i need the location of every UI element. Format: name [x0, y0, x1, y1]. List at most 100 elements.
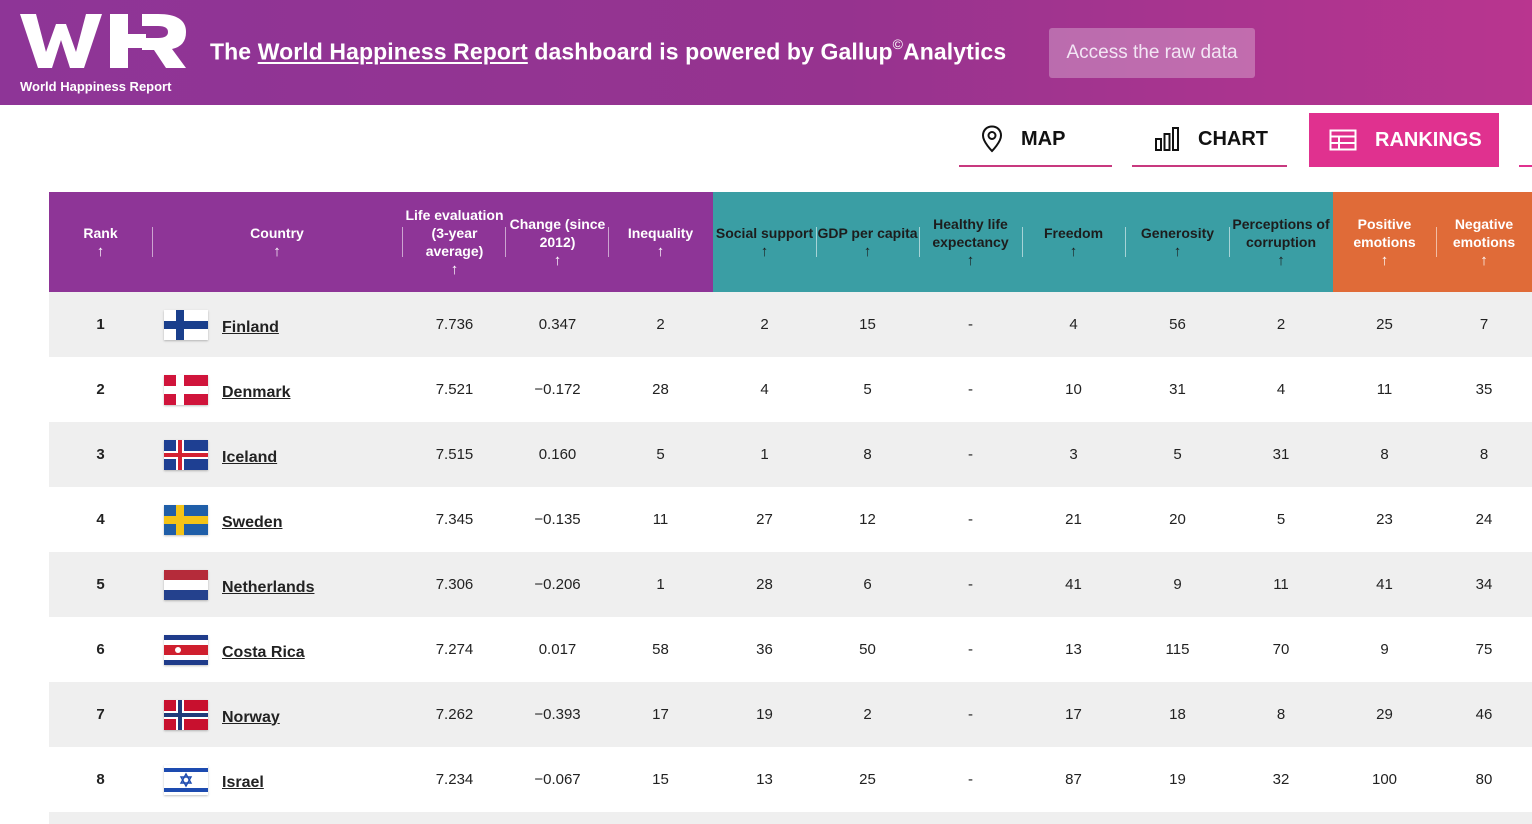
positive-cell: 100: [1371, 771, 1398, 788]
tab-edge-indicator: [1519, 165, 1532, 167]
corruption-cell: 32: [1272, 771, 1290, 788]
positive-cell: 8: [1380, 446, 1389, 463]
social-cell: 28: [756, 576, 773, 593]
country-link[interactable]: Costa Rica: [222, 644, 305, 662]
table-row[interactable]: 6 Costa Rica 7.274 0.017 58 36 50 - 13 115 70 9 75: [49, 617, 1532, 682]
rank-cell: 8: [96, 771, 105, 788]
tab-rankings-label: RANKINGS: [1375, 128, 1482, 151]
negative-cell: 24: [1475, 511, 1493, 528]
access-raw-data-button[interactable]: Access the raw data: [1049, 28, 1255, 78]
column-header-life_eval[interactable]: Life evaluation (3-year average) ↑: [403, 192, 506, 292]
table-icon: [1329, 129, 1357, 151]
rank-cell: 5: [96, 576, 105, 593]
column-header-label: Change (since 2012): [509, 216, 606, 250]
sort-arrow-icon[interactable]: ↑: [864, 244, 872, 260]
corruption-cell: 70: [1272, 641, 1290, 658]
corruption-cell: 11: [1273, 576, 1289, 593]
change-cell: −0.067: [534, 771, 581, 788]
negative-cell: 34: [1475, 576, 1493, 593]
sort-arrow-icon[interactable]: ↑: [1381, 253, 1389, 269]
country-link[interactable]: Norway: [222, 709, 280, 727]
gdp-cell: 15: [859, 316, 876, 333]
whr-logo[interactable]: World Happiness Report: [18, 12, 190, 97]
gdp-cell: 6: [863, 576, 872, 593]
column-header-change[interactable]: Change (since 2012) ↑: [506, 192, 609, 292]
tagline-suffix: Analytics: [903, 38, 1007, 65]
column-header-positive[interactable]: Positive emotions ↑: [1333, 192, 1436, 292]
generosity-cell: 31: [1169, 381, 1186, 398]
freedom-cell: 13: [1065, 641, 1082, 658]
whr-link[interactable]: World Happiness Report: [258, 39, 528, 65]
health-cell: -: [968, 316, 973, 333]
header-banner: World Happiness Report The World Happine…: [0, 0, 1532, 105]
column-header-label: Negative emotions: [1452, 216, 1516, 250]
country-link[interactable]: Sweden: [222, 514, 282, 532]
column-header-label: Perceptions of corruption: [1232, 216, 1330, 250]
bar-chart-icon: [1154, 126, 1180, 152]
column-header-inequality[interactable]: Inequality ↑: [609, 192, 712, 292]
tab-chart[interactable]: CHART: [1132, 113, 1287, 167]
tab-map[interactable]: MAP: [959, 113, 1112, 167]
sort-arrow-icon[interactable]: ↑: [1480, 253, 1488, 269]
positive-cell: 41: [1376, 576, 1393, 593]
inequality-cell: 15: [652, 771, 669, 788]
corruption-cell: 2: [1276, 316, 1286, 333]
sort-arrow-icon[interactable]: ↑: [657, 244, 665, 260]
table-row[interactable]: 2 Denmark 7.521 −0.172 28 4 5 - 10 31 4 11 35: [49, 357, 1532, 422]
life-eval-cell: 7.262: [435, 706, 474, 723]
positive-cell: 25: [1376, 316, 1393, 333]
flag-finland-icon: [164, 309, 208, 340]
rank-cell: 7: [96, 706, 105, 723]
positive-cell: 29: [1376, 706, 1393, 723]
health-cell: -: [968, 381, 973, 398]
table-row[interactable]: 4 Sweden 7.345 −0.135 11 27 12 - 21 20 5 23 24: [49, 487, 1532, 552]
column-header-country[interactable]: Country ↑: [152, 192, 402, 292]
life-eval-cell: 7.274: [435, 641, 474, 658]
inequality-cell: 17: [652, 706, 669, 723]
country-link[interactable]: Iceland: [222, 449, 277, 467]
change-cell: 0.347: [538, 316, 577, 333]
sort-arrow-icon[interactable]: ↑: [554, 253, 562, 269]
sort-arrow-icon[interactable]: ↑: [273, 244, 281, 260]
column-header-gdp[interactable]: GDP per capita ↑: [816, 192, 919, 292]
negative-cell: 8: [1479, 446, 1489, 463]
table-row[interactable]: 3 Iceland 7.515 0.160 5 1 8 - 3 5 31 8 8: [49, 422, 1532, 487]
column-header-rank[interactable]: Rank ↑: [49, 192, 152, 292]
column-header-generosity[interactable]: Generosity ↑: [1126, 192, 1229, 292]
country-link[interactable]: Denmark: [222, 384, 290, 402]
generosity-cell: 19: [1169, 771, 1186, 788]
table-row[interactable]: 8 Israel 7.234 −0.067 15 13 25 - 87 19 32 100 80: [49, 747, 1532, 812]
country-cell: Finland: [164, 292, 279, 357]
social-cell: 19: [756, 706, 773, 723]
table-row[interactable]: 5 Netherlands 7.306 −0.206 1 28 6 - 41 9 11 41 34: [49, 552, 1532, 617]
column-header-corruption[interactable]: Perceptions of corruption ↑: [1229, 192, 1333, 292]
table-row[interactable]: 1 Finland 7.736 0.347 2 2 15 - 4 56 2 25 7: [49, 292, 1532, 357]
column-divider: [919, 227, 920, 257]
sort-arrow-icon[interactable]: ↑: [761, 244, 769, 260]
column-header-social[interactable]: Social support ↑: [713, 192, 816, 292]
sort-arrow-icon[interactable]: ↑: [1277, 253, 1285, 269]
sort-arrow-icon[interactable]: ↑: [1070, 244, 1078, 260]
column-header-health[interactable]: Healthy life expectancy ↑: [919, 192, 1022, 292]
sort-arrow-icon[interactable]: ↑: [1174, 244, 1182, 260]
sort-arrow-icon[interactable]: ↑: [967, 253, 975, 269]
generosity-cell: 20: [1169, 511, 1186, 528]
column-header-negative[interactable]: Negative emotions ↑: [1436, 192, 1532, 292]
health-cell: -: [968, 706, 973, 723]
country-link[interactable]: Netherlands: [222, 579, 314, 597]
table-row[interactable]: 7 Norway 7.262 −0.393 17 19 2 - 17 18 8 29 46: [49, 682, 1532, 747]
inequality-cell: 1: [656, 576, 665, 593]
map-pin-icon: [981, 125, 1003, 153]
column-header-freedom[interactable]: Freedom ↑: [1022, 192, 1125, 292]
country-link[interactable]: Israel: [222, 774, 264, 792]
negative-cell: 35: [1475, 381, 1493, 398]
generosity-cell: 9: [1173, 576, 1182, 593]
column-divider: [608, 227, 609, 257]
sort-arrow-icon[interactable]: ↑: [97, 244, 105, 260]
country-link[interactable]: Finland: [222, 319, 279, 337]
tab-rankings[interactable]: RANKINGS: [1309, 113, 1499, 167]
column-header-label: Healthy life expectancy: [932, 216, 1009, 250]
positive-cell: 11: [1376, 381, 1393, 398]
sort-arrow-icon[interactable]: ↑: [451, 262, 459, 278]
positive-cell: 9: [1380, 641, 1389, 658]
